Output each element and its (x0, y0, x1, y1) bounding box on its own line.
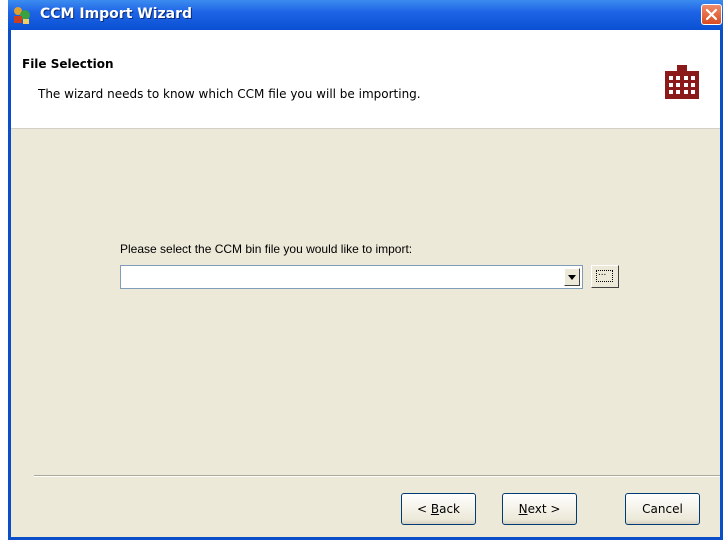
back-rest: ack (439, 502, 460, 516)
wizard-header: File Selection The wizard needs to know … (11, 30, 720, 129)
back-accel: B (430, 502, 440, 516)
cancel-button[interactable]: Cancel (625, 493, 700, 525)
wizard-window: CCM Import Wizard File Selection The wiz… (8, 0, 723, 540)
back-button[interactable]: < Back (401, 493, 476, 525)
next-accel: N (518, 502, 528, 516)
building-grid-icon (665, 65, 699, 99)
focus-rect: ... (596, 267, 613, 282)
browse-label: ... (598, 267, 607, 278)
window-title: CCM Import Wizard (40, 6, 193, 22)
chevron-down-icon (568, 275, 576, 280)
back-prefix: < (416, 502, 431, 516)
next-rest: ext > (527, 502, 561, 516)
file-combobox[interactable] (120, 265, 583, 289)
next-button[interactable]: Next > (502, 493, 577, 525)
close-icon (705, 8, 718, 21)
dialog-body: File Selection The wizard needs to know … (11, 30, 720, 537)
file-select-label: Please select the CCM bin file you would… (120, 242, 413, 256)
title-bar[interactable]: CCM Import Wizard (8, 0, 723, 30)
page-subtitle: The wizard needs to know which CCM file … (38, 87, 421, 101)
combobox-dropdown-button[interactable] (564, 268, 580, 286)
browse-button[interactable]: ... (591, 265, 619, 288)
close-button[interactable] (701, 4, 722, 25)
footer-divider (34, 475, 720, 477)
page-title: File Selection (22, 57, 114, 71)
wizard-app-icon (14, 7, 30, 24)
